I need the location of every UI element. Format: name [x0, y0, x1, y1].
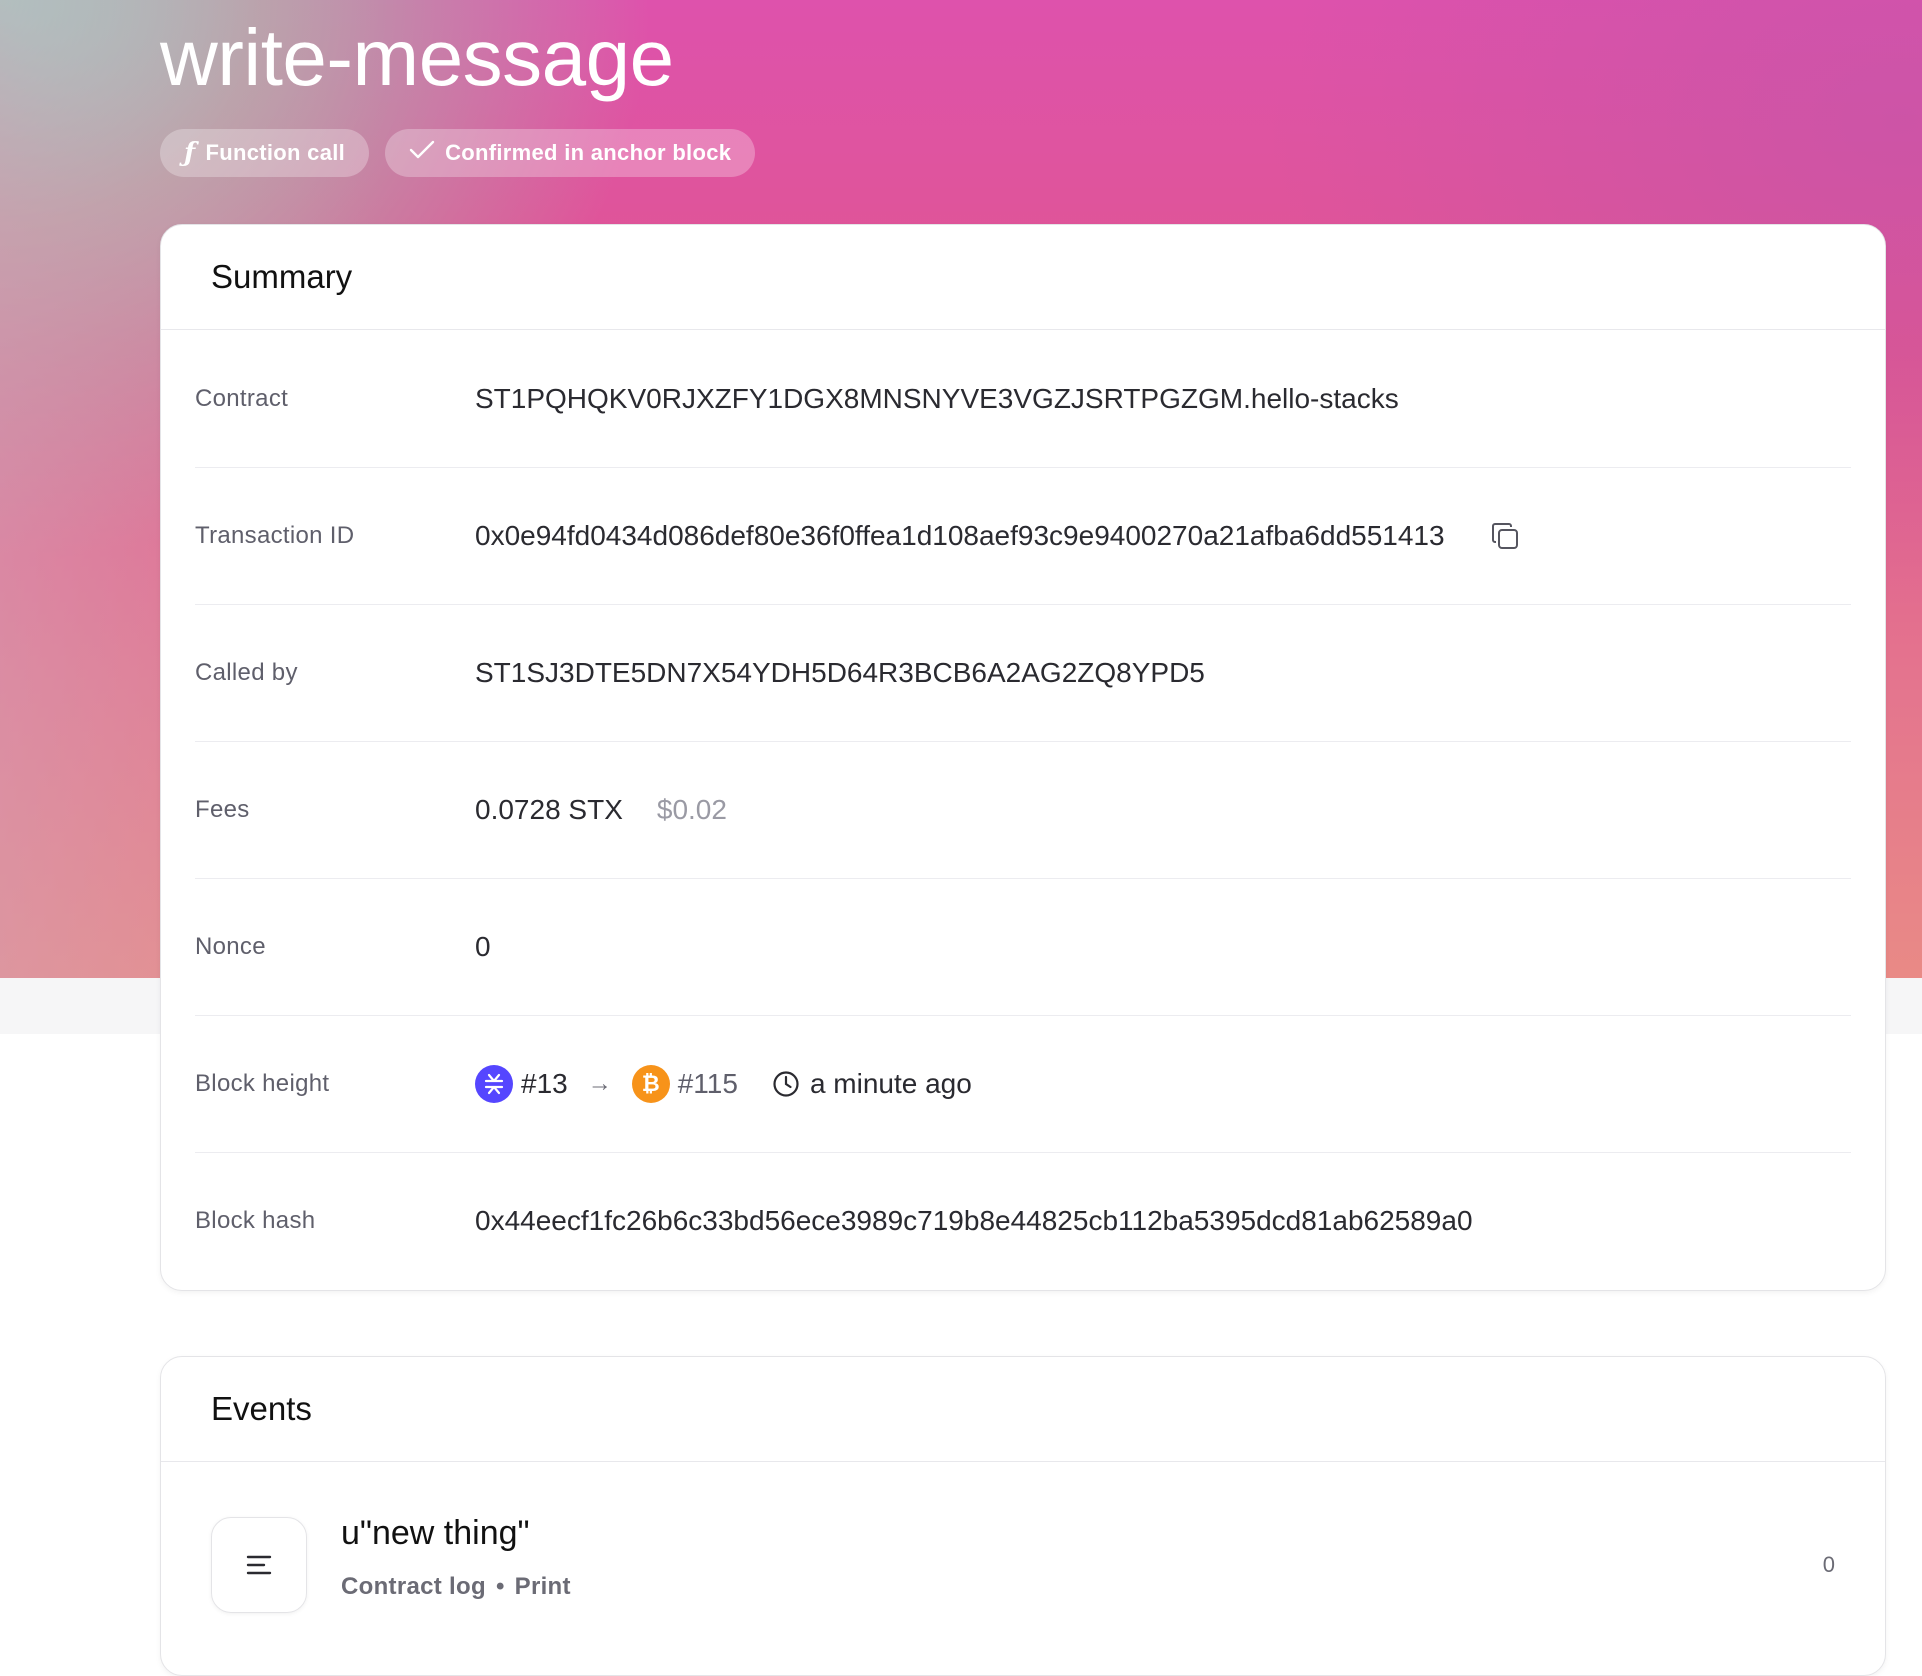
status-badge: Confirmed in anchor block [385, 129, 756, 177]
transaction-id-value: 0x0e94fd0434d086def80e36f0ffea1d108aef93… [475, 519, 1445, 551]
arrow-right-icon: → [587, 1069, 612, 1097]
page-title: write-message [160, 13, 674, 102]
event-separator: • [495, 1572, 505, 1600]
called-by-label: Called by [195, 658, 298, 686]
block-height-row: Block height #13 → ₿ #115 a minute ago [195, 1015, 1851, 1153]
copy-icon[interactable] [1489, 520, 1521, 552]
called-by-value[interactable]: ST1SJ3DTE5DN7X54YDH5D64R3BCB6A2AG2ZQ8YPD… [475, 657, 1205, 689]
function-call-label: Function call [205, 140, 346, 165]
bitcoin-logo-icon: ₿ [631, 1064, 670, 1103]
transaction-id-label: Transaction ID [195, 521, 355, 549]
stacks-logo-icon [475, 1064, 513, 1103]
bitcoin-block-link[interactable]: #115 [678, 1068, 738, 1100]
event-subtype: Print [514, 1572, 571, 1600]
event-index: 0 [1822, 1552, 1835, 1577]
function-call-badge: ƒ Function call [160, 129, 370, 177]
list-lines-icon [211, 1517, 307, 1613]
transaction-id-value-wrap: 0x0e94fd0434d086def80e36f0ffea1d108aef93… [475, 520, 1521, 552]
contract-value[interactable]: ST1PQHQKV0RJXZFY1DGX8MNSNYVE3VGZJSRTPGZG… [475, 383, 1399, 415]
event-title: u"new thing" [341, 1513, 530, 1552]
fees-value: 0.0728 STX [475, 793, 623, 825]
clock-icon [772, 1070, 800, 1098]
events-title: Events [161, 1357, 1885, 1462]
nonce-value: 0 [475, 930, 491, 962]
event-type: Contract log [341, 1572, 486, 1600]
block-time: a minute ago [809, 1067, 972, 1099]
stacks-block-link[interactable]: #13 [521, 1068, 568, 1100]
fees-usd-value: $0.02 [656, 793, 727, 825]
called-by-row: Called by ST1SJ3DTE5DN7X54YDH5D64R3BCB6A… [195, 604, 1851, 742]
checkmark-icon [409, 140, 435, 166]
nonce-label: Nonce [195, 932, 266, 960]
events-card: Events u"new thing" Contract log • Print 0 [160, 1356, 1886, 1676]
fees-label: Fees [195, 795, 250, 823]
nonce-row: Nonce 0 [195, 878, 1851, 1016]
fees-row: Fees 0.0728 STX $0.02 [195, 741, 1851, 879]
block-hash-label: Block hash [195, 1206, 316, 1234]
block-height-value: #13 → ₿ #115 a minute ago [475, 1064, 972, 1103]
event-subtitle: Contract log • Print [341, 1573, 571, 1601]
summary-title: Summary [161, 225, 1885, 330]
contract-label: Contract [195, 384, 289, 412]
contract-row: Contract ST1PQHQKV0RJXZFY1DGX8MNSNYVE3VG… [195, 330, 1851, 468]
block-hash-value[interactable]: 0x44eecf1fc26b6c33bd56ece3989c719b8e4482… [475, 1205, 1473, 1237]
block-hash-row: Block hash 0x44eecf1fc26b6c33bd56ece3989… [195, 1152, 1851, 1289]
event-item[interactable]: u"new thing" Contract log • Print 0 [211, 1514, 1835, 1615]
summary-card: Summary Contract ST1PQHQKV0RJXZFY1DGX8MN… [160, 224, 1886, 1291]
fees-value-wrap: 0.0728 STX $0.02 [475, 794, 727, 826]
block-height-label: Block height [195, 1069, 330, 1097]
event-text: u"new thing" Contract log • Print [341, 1514, 571, 1601]
transaction-id-row: Transaction ID 0x0e94fd0434d086def80e36f… [195, 467, 1851, 605]
status-label: Confirmed in anchor block [445, 140, 732, 165]
function-icon: ƒ [184, 138, 196, 168]
badge-group: ƒ Function call Confirmed in anchor bloc… [160, 129, 756, 177]
